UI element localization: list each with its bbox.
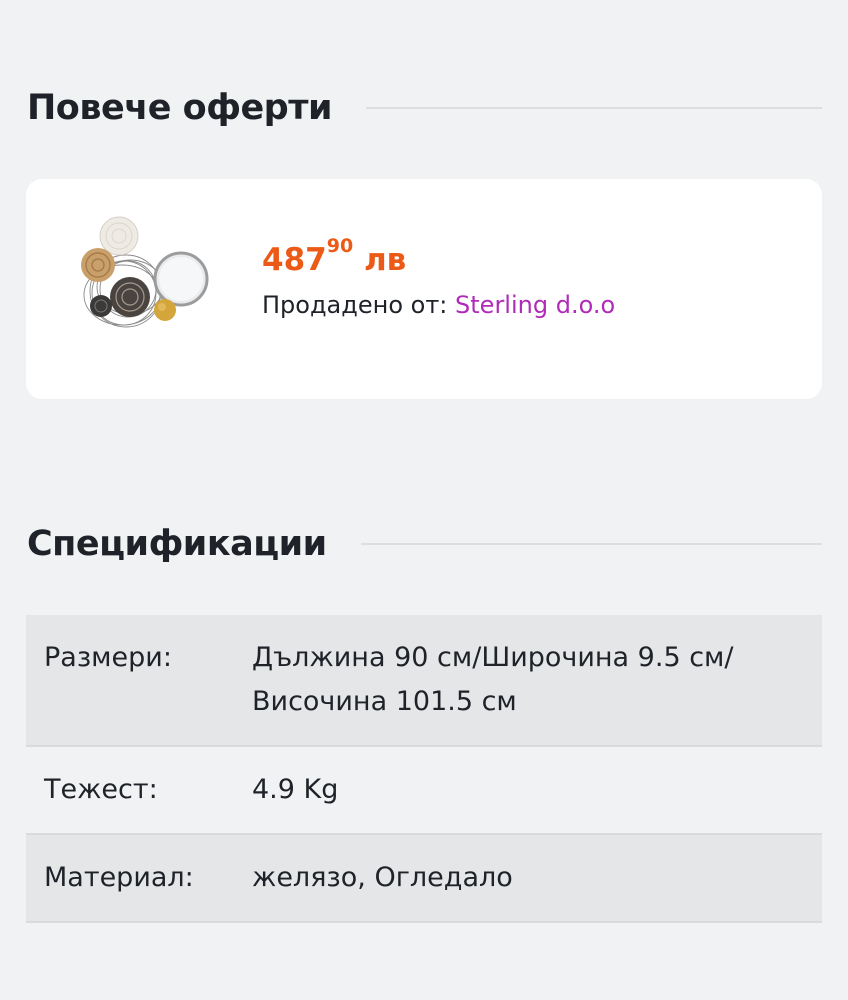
offer-price: 48790 лв [262, 237, 615, 279]
spec-value: 4.9 Kg [252, 774, 339, 805]
price-currency: лв [363, 242, 407, 278]
spec-key: Размери: [44, 642, 172, 673]
spec-row-dimensions: Размери: Дължина 90 см/Широчина 9.5 см/ … [26, 615, 822, 746]
spec-row-weight: Тежест: 4.9 Kg [26, 746, 822, 834]
product-thumbnail[interactable] [64, 215, 214, 335]
spec-row-material: Материал: желязо, Огледало [26, 834, 822, 922]
seller-label: Продадено от: [262, 291, 448, 319]
offers-section-header: Повече оферти [27, 88, 822, 128]
section-divider [360, 543, 822, 545]
offer-card[interactable]: 48790 лв Продадено от: Sterling d.o.o [26, 179, 822, 399]
specs-section-title: Спецификации [27, 524, 327, 564]
price-cents: 90 [326, 235, 354, 257]
offer-info: 48790 лв Продадено от: Sterling d.o.o [262, 237, 615, 320]
seller-link[interactable]: Sterling d.o.o [455, 291, 615, 319]
spec-key: Тежест: [44, 774, 158, 805]
spec-key: Материал: [44, 862, 194, 893]
specs-section-header: Спецификации [27, 524, 822, 564]
seller-line: Продадено от: Sterling d.o.o [262, 291, 615, 319]
spec-value: Дължина 90 см/Широчина 9.5 см/ Височина … [252, 642, 734, 717]
page: Повече оферти 48790 лв Продадено от: Ste… [0, 0, 848, 1000]
spec-value: желязо, Огледало [252, 862, 513, 893]
section-divider [366, 107, 822, 109]
specs-table: Размери: Дължина 90 см/Широчина 9.5 см/ … [26, 615, 822, 923]
offers-section-title: Повече оферти [27, 88, 333, 128]
price-main: 487 [262, 242, 327, 278]
